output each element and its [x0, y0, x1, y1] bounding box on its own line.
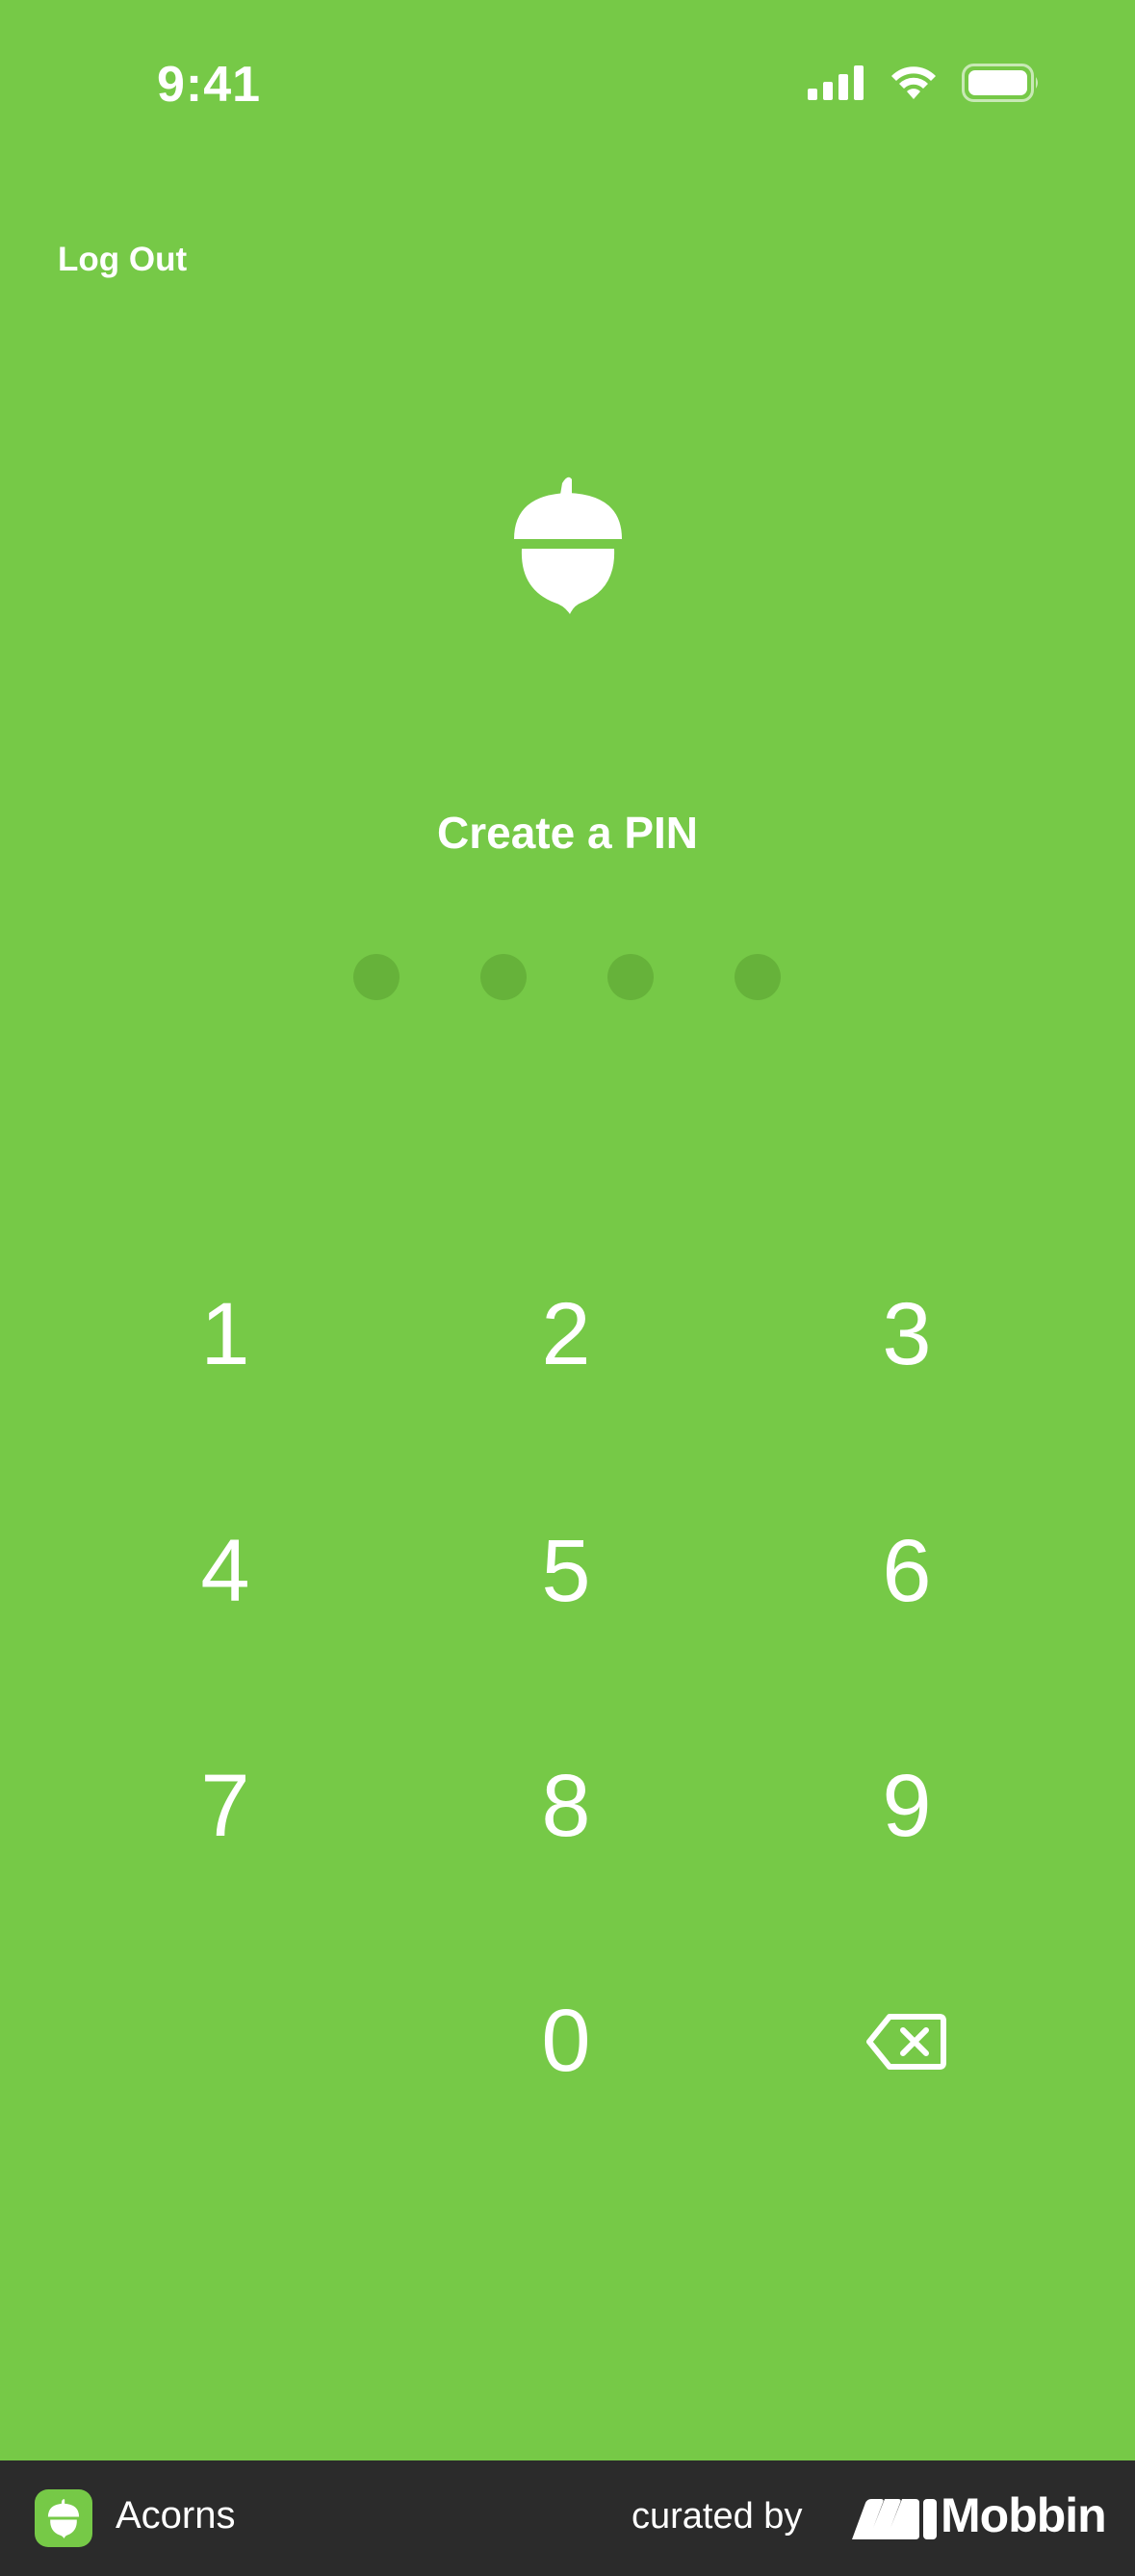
- key-7[interactable]: 7: [129, 1729, 322, 1883]
- key-1[interactable]: 1: [129, 1257, 322, 1411]
- pin-dot: [353, 954, 400, 1000]
- footer-bar: Acorns curated by Mobbin: [0, 2460, 1135, 2576]
- key-3[interactable]: 3: [811, 1257, 1003, 1411]
- battery-icon: [962, 63, 1041, 107]
- key-6[interactable]: 6: [811, 1494, 1003, 1648]
- backspace-icon: [866, 1991, 947, 2092]
- key-2[interactable]: 2: [470, 1257, 662, 1411]
- signal-icon: [808, 64, 865, 105]
- wifi-icon: [889, 64, 939, 106]
- status-icons: [808, 63, 1041, 107]
- backspace-button[interactable]: [811, 1964, 1003, 2118]
- key-5[interactable]: 5: [470, 1494, 662, 1648]
- acorn-icon: [510, 474, 626, 614]
- pin-dot: [735, 954, 781, 1000]
- key-9[interactable]: 9: [811, 1729, 1003, 1883]
- brand-name: Mobbin: [941, 2488, 1107, 2542]
- pin-dot: [607, 954, 654, 1000]
- key-0[interactable]: 0: [470, 1964, 662, 2118]
- pin-screen: 9:41 Log Out Create a PIN 1 2 3 4 5 6 7 …: [0, 0, 1135, 2460]
- status-time: 9:41: [157, 57, 262, 113]
- page-title: Create a PIN: [436, 808, 698, 858]
- key-4[interactable]: 4: [129, 1494, 322, 1648]
- curated-by-label: curated by: [632, 2496, 803, 2537]
- mobbin-logo-icon: [852, 2499, 937, 2539]
- key-8[interactable]: 8: [470, 1729, 662, 1883]
- app-name: Acorns: [116, 2494, 236, 2537]
- pin-indicator: [353, 954, 781, 1000]
- app-icon: [35, 2489, 92, 2547]
- log-out-button[interactable]: Log Out: [58, 241, 187, 279]
- pin-dot: [480, 954, 527, 1000]
